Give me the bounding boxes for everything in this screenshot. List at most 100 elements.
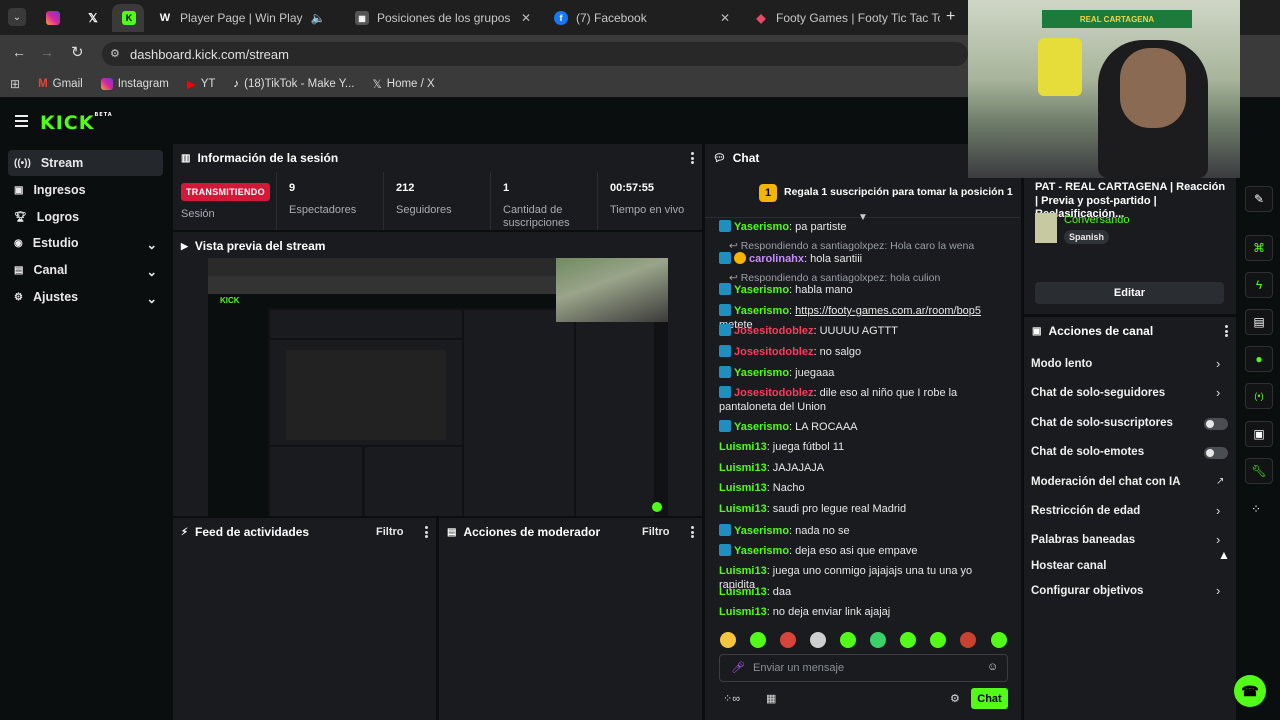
action-ai-moderation[interactable]: Moderación del chat con IA <box>1031 476 1181 488</box>
category-thumbnail[interactable] <box>1035 213 1057 243</box>
forward-icon[interactable]: → <box>40 44 54 60</box>
chat-username[interactable]: Yaserismo <box>734 284 789 296</box>
chat-username[interactable]: carolinahx <box>749 253 804 265</box>
broadcast-icon[interactable]: (•) <box>1245 383 1273 409</box>
site-info-icon[interactable]: ⚙ <box>110 47 120 60</box>
more-icon[interactable] <box>691 152 694 164</box>
edit-stream-button[interactable]: Editar <box>1035 282 1224 304</box>
chevron-right-icon[interactable]: › <box>1216 356 1220 371</box>
chat-link[interactable]: https://footy-games.com.ar/room/bop5 <box>795 305 981 317</box>
chevron-right-icon[interactable]: › <box>1216 385 1220 400</box>
chevron-right-icon[interactable]: › <box>1216 583 1220 598</box>
send-chat-button[interactable]: Chat <box>971 688 1008 709</box>
stream-preview-video[interactable]: KICK <box>208 258 668 516</box>
emote-icon[interactable] <box>870 632 886 648</box>
lightning-icon[interactable]: ϟ <box>1245 272 1273 298</box>
chevron-right-icon[interactable]: › <box>1216 532 1220 547</box>
bookmark-gmail[interactable]: M Gmail <box>38 78 83 90</box>
sidebar-item-ajustes[interactable]: ⚙ Ajustes ⌄ <box>8 284 163 310</box>
microphone-icon[interactable]: 🎤︎ <box>731 661 745 674</box>
more-icon[interactable] <box>1225 325 1228 337</box>
document-icon[interactable]: ▤ <box>1245 309 1273 335</box>
kick-logo[interactable]: KICKBETA <box>40 112 113 134</box>
tab-facebook[interactable]: f (7) Facebook ✕ <box>544 4 740 32</box>
chat-username[interactable]: Luismi13 <box>719 565 767 577</box>
emote-icon[interactable] <box>720 632 736 648</box>
sidebar-item-stream[interactable]: ((•)) Stream <box>8 150 163 176</box>
tab-x[interactable]: 𝕏 <box>76 4 106 32</box>
chat-username[interactable]: Luismi13 <box>719 441 767 453</box>
sidebar-item-canal[interactable]: ▤ Canal ⌄ <box>8 257 163 283</box>
category-link[interactable]: Conversando <box>1064 214 1129 226</box>
emote-icon[interactable] <box>810 632 826 648</box>
emote-icon[interactable] <box>900 632 916 648</box>
bookmark-instagram[interactable]: Instagram <box>100 78 169 90</box>
chat-username[interactable]: Yaserismo <box>734 545 789 557</box>
emote-icon[interactable] <box>930 632 946 648</box>
reload-icon[interactable]: ↻ <box>71 43 84 61</box>
chat-username[interactable]: Yaserismo <box>734 421 789 433</box>
action-subscribers-only[interactable]: Chat de solo-suscriptores <box>1031 417 1173 429</box>
emotes-only-toggle[interactable] <box>1204 447 1228 459</box>
tab-posiciones[interactable]: ▦Posiciones de los grupos de Tor✕ <box>345 4 541 32</box>
chat-username[interactable]: Luismi13 <box>719 586 767 598</box>
chat-username[interactable]: Luismi13 <box>719 503 767 515</box>
chat-username[interactable]: Yaserismo <box>734 221 789 233</box>
chat-bubble-icon[interactable]: ● <box>1245 346 1273 372</box>
chat-username[interactable]: Yaserismo <box>734 525 789 537</box>
action-set-goals[interactable]: Configurar objetivos <box>1031 585 1143 597</box>
tab-instagram[interactable] <box>36 4 66 32</box>
chat-username[interactable]: Josesitodoblez <box>734 346 813 358</box>
pencil-icon[interactable]: ✎ <box>1245 186 1273 212</box>
mod-filter-button[interactable]: Filtro <box>642 526 670 538</box>
chat-username[interactable]: Luismi13 <box>719 462 767 474</box>
tab-winplay[interactable]: WPlayer Page | Win Play🔈✕ <box>148 4 340 32</box>
tab-kick[interactable]: K <box>112 4 144 32</box>
raid-icon[interactable]: ⌘ <box>1245 235 1273 261</box>
address-bar[interactable]: ⚙ dashboard.kick.com/stream <box>102 42 968 66</box>
support-button[interactable]: ☎ <box>1234 675 1266 707</box>
bookmark-tiktok[interactable]: ♪ (18)TikTok - Make Y... <box>233 78 354 90</box>
sidebar-item-estudio[interactable]: ◉ Estudio ⌄ <box>8 230 163 256</box>
layout-icon[interactable]: ▣ <box>1245 421 1273 447</box>
chat-input[interactable]: 🎤︎ Enviar un mensaje ☺ <box>719 654 1008 682</box>
chat-settings-icon[interactable]: ⚙ <box>950 692 960 705</box>
bookmark-x[interactable]: 𝕏 Home / X <box>373 77 435 91</box>
close-icon[interactable]: ✕ <box>720 11 730 25</box>
chat-username[interactable]: Josesitodoblez <box>734 325 813 337</box>
emote-icon[interactable] <box>991 632 1007 648</box>
emote-icon[interactable] <box>780 632 796 648</box>
emote-icon[interactable] <box>750 632 766 648</box>
tab-search-button[interactable]: ⌄ <box>8 8 26 26</box>
emote-icon[interactable] <box>960 632 976 648</box>
chevron-right-icon[interactable]: › <box>1216 503 1220 518</box>
sidebar-item-logros[interactable]: 🏆︎ Logros <box>8 204 163 230</box>
wrench-icon[interactable]: 🔧︎ <box>1245 458 1273 484</box>
points-icon[interactable]: ⁘ <box>1251 502 1261 516</box>
action-slow-mode[interactable]: Modo lento <box>1031 358 1092 370</box>
more-icon[interactable] <box>691 526 694 538</box>
chat-username[interactable]: Luismi13 <box>719 482 767 494</box>
action-host-channel[interactable]: Hostear canal <box>1031 560 1106 572</box>
close-icon[interactable]: ✕ <box>521 11 531 25</box>
more-icon[interactable] <box>425 526 428 538</box>
store-icon[interactable]: ▦ <box>766 692 776 705</box>
tab-footy[interactable]: ◆Footy Games | Footy Tic Tac Toe✕ <box>744 4 940 32</box>
bookmark-youtube[interactable]: ▶ YT <box>187 77 216 91</box>
points-icon[interactable]: ⁘∞ <box>723 692 740 705</box>
chat-username[interactable]: Yaserismo <box>734 367 789 379</box>
back-icon[interactable]: ← <box>12 44 26 60</box>
feed-filter-button[interactable]: Filtro <box>376 526 404 538</box>
sidebar-item-ingresos[interactable]: ▣ Ingresos <box>8 177 163 203</box>
emoji-icon[interactable]: ☺ <box>987 661 998 673</box>
action-banned-words[interactable]: Palabras baneadas <box>1031 534 1135 546</box>
chat-username[interactable]: Josesitodoblez <box>734 387 813 399</box>
chat-username[interactable]: Luismi13 <box>719 606 767 618</box>
emote-icon[interactable] <box>840 632 856 648</box>
subscribers-only-toggle[interactable] <box>1204 418 1228 430</box>
apps-icon[interactable]: ⊞ <box>10 77 20 91</box>
action-age-restriction[interactable]: Restricción de edad <box>1031 505 1140 517</box>
new-tab-button[interactable]: + <box>946 8 955 26</box>
external-link-icon[interactable]: ↗ <box>1216 476 1224 487</box>
menu-icon[interactable] <box>15 115 28 127</box>
